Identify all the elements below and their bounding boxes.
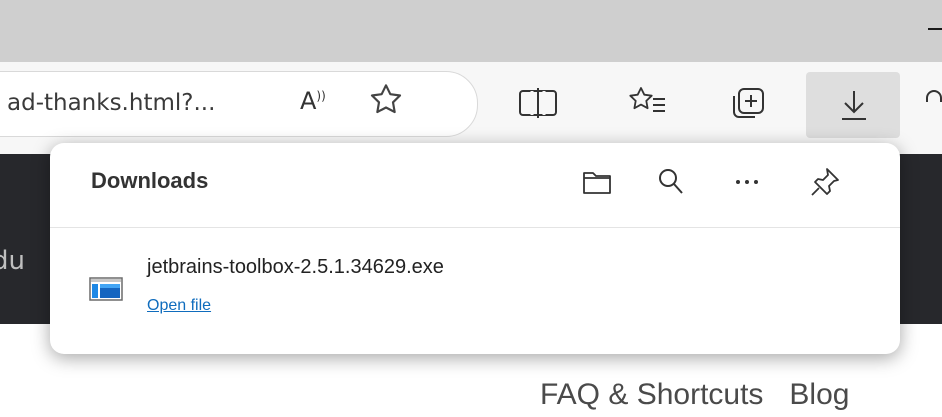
address-bar[interactable]: ad-thanks.html?... A)) [0, 71, 478, 137]
download-file-name: jetbrains-toolbox-2.5.1.34629.exe [147, 256, 444, 278]
downloads-button[interactable] [806, 72, 900, 138]
page-nav: FAQ & Shortcuts Blog [540, 378, 875, 412]
flyout-divider [50, 227, 900, 228]
exe-file-icon [89, 277, 123, 305]
pin-icon[interactable] [808, 165, 842, 199]
favorites-list-icon[interactable] [628, 85, 668, 123]
browser-toolbar: ad-thanks.html?... A)) [0, 62, 942, 154]
nav-link-faq[interactable]: FAQ & Shortcuts [540, 378, 763, 411]
address-url[interactable]: ad-thanks.html?... [7, 90, 215, 116]
downloads-flyout: Downloads jetbrains-toolbox-2.5.1.34629.… [50, 143, 900, 354]
page-dark-text: du [0, 246, 25, 276]
profile-icon[interactable] [926, 90, 942, 102]
downloads-title: Downloads [91, 168, 209, 193]
more-icon[interactable] [730, 165, 764, 199]
minimize-icon[interactable] [928, 28, 942, 30]
read-aloud-icon[interactable]: A)) [300, 87, 326, 115]
search-icon[interactable] [654, 165, 688, 199]
open-file-link[interactable]: Open file [147, 297, 211, 315]
browser-titlebar [0, 0, 942, 62]
downloads-actions [580, 165, 870, 199]
nav-link-blog[interactable]: Blog [789, 378, 849, 411]
read-aloud-label: A [300, 87, 317, 115]
favorite-star-icon[interactable] [366, 80, 406, 124]
download-arrow-icon [842, 91, 866, 120]
collections-icon[interactable] [728, 86, 766, 124]
split-screen-icon[interactable] [518, 88, 558, 122]
folder-icon[interactable] [580, 165, 614, 199]
